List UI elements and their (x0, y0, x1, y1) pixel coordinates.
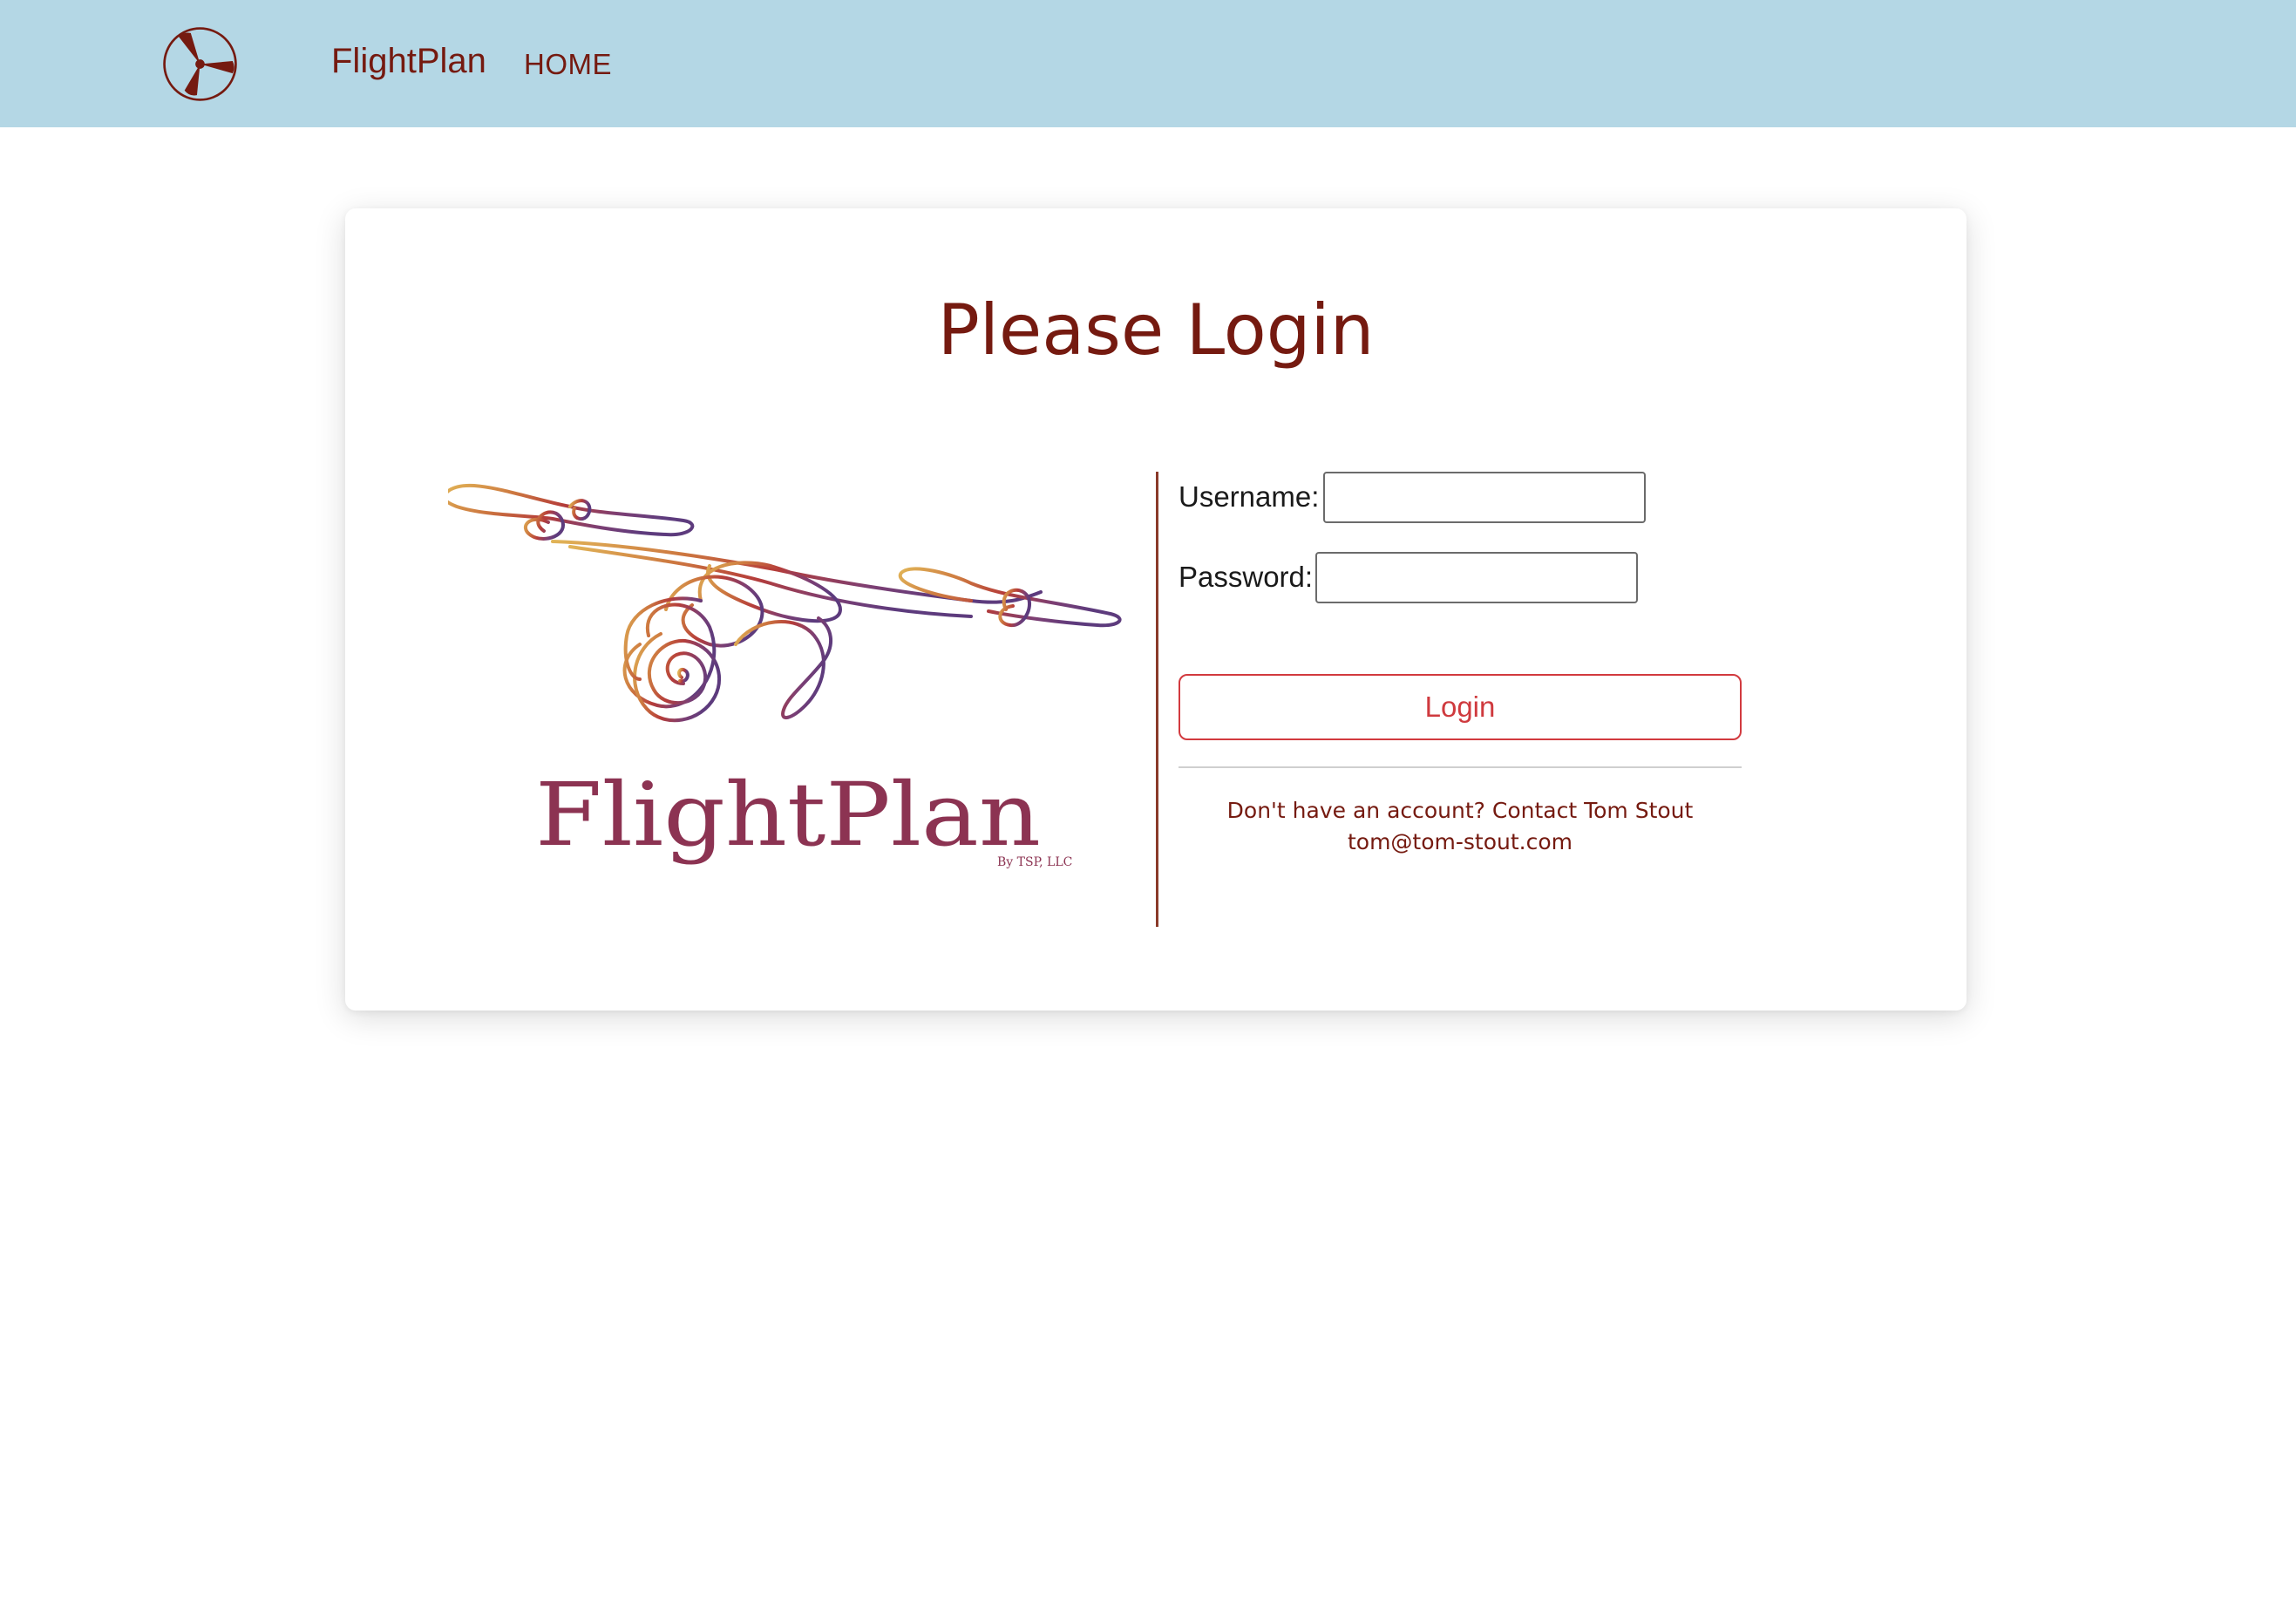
logo-subtext: By TSP, LLC (997, 855, 1072, 869)
horizontal-divider (1179, 766, 1742, 768)
top-navbar: FlightPlan HOME (0, 0, 2296, 127)
page-title: Please Login (937, 289, 1375, 371)
username-input[interactable] (1323, 472, 1646, 523)
password-input[interactable] (1315, 552, 1638, 603)
brand-name[interactable]: FlightPlan (331, 37, 486, 85)
airplane-doodle-icon (448, 483, 1122, 723)
login-button[interactable]: Login (1179, 674, 1742, 740)
flightplan-logo: FlightPlan By TSP, LLC (448, 483, 1122, 869)
password-label: Password: (1179, 561, 1314, 593)
nav-link-home[interactable]: HOME (524, 40, 612, 89)
username-label: Username: (1179, 480, 1320, 513)
logo-wordmark: FlightPlan (535, 764, 1041, 866)
propeller-icon[interactable] (161, 25, 239, 103)
signup-contact-text: Don't have an account? Contact Tom Stout (1226, 798, 1694, 823)
signup-note: Don't have an account? Contact Tom Stout… (1179, 795, 1742, 858)
login-card: Please Login FlightPlan By TSP, LLC User… (345, 208, 1967, 1011)
vertical-divider (1156, 472, 1158, 927)
signup-email-link[interactable]: tom@tom-stout.com (1179, 827, 1742, 858)
